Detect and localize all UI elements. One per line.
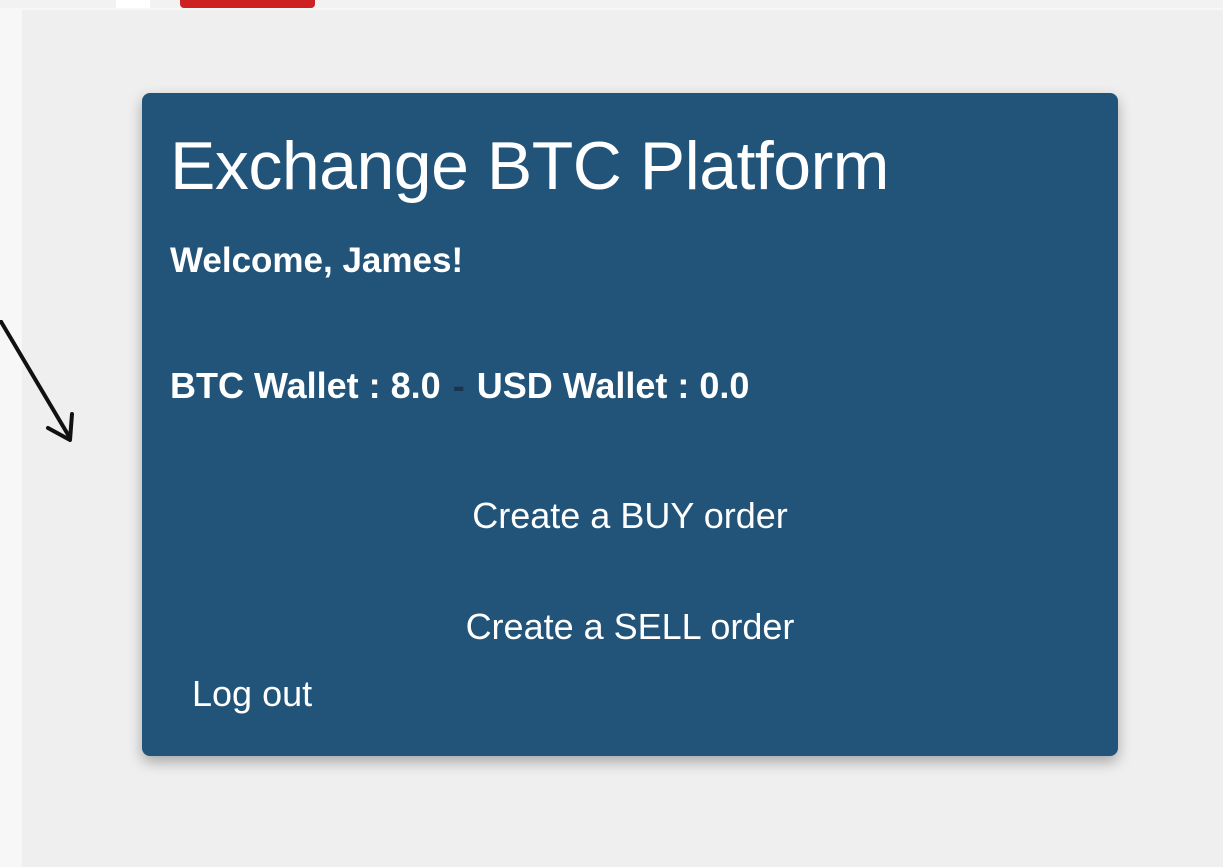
create-sell-order-link[interactable]: Create a SELL order — [142, 606, 1118, 648]
logout-link[interactable]: Log out — [192, 673, 312, 715]
wallet-separator: - — [452, 365, 465, 406]
btc-wallet-balance: BTC Wallet : 8.0 — [170, 365, 441, 406]
wallet-balances: BTC Wallet : 8.0- USD Wallet : 0.0 — [170, 365, 749, 407]
arrow-icon — [0, 320, 74, 442]
welcome-message: Welcome, James! — [170, 241, 464, 280]
usd-wallet-balance: USD Wallet : 0.0 — [476, 365, 750, 406]
page-title: Exchange BTC Platform — [170, 128, 889, 204]
top-bar — [0, 0, 1223, 8]
top-bar-tab — [116, 0, 150, 8]
platform-card: Exchange BTC Platform Welcome, James! BT… — [142, 93, 1118, 756]
create-buy-order-link[interactable]: Create a BUY order — [142, 495, 1118, 537]
top-bar-red-button[interactable] — [180, 0, 315, 8]
